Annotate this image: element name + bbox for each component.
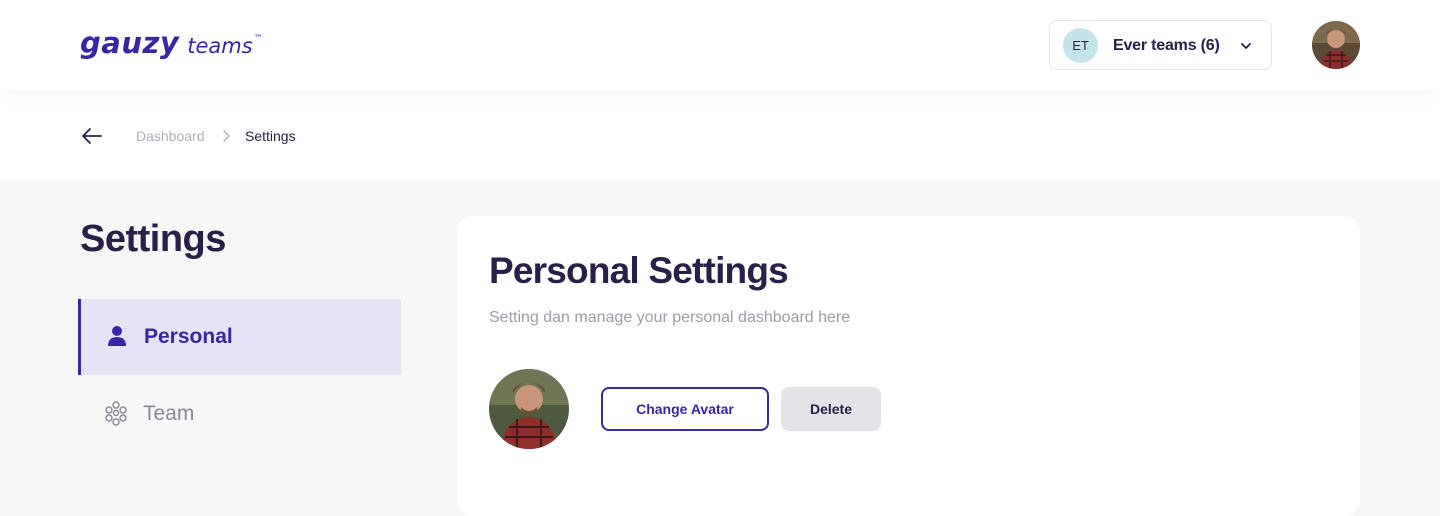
chevron-right-icon — [223, 130, 230, 142]
chevron-down-icon — [1241, 43, 1251, 49]
delete-avatar-button[interactable]: Delete — [781, 387, 881, 431]
logo-wordmark: gauzy — [80, 26, 180, 60]
logo-trademark: ™ — [253, 34, 263, 44]
breadcrumb: Dashboard Settings — [0, 90, 1440, 180]
sidebar-item-label: Personal — [144, 325, 233, 348]
top-header: gauzy teams ™ ET Ever teams (6) — [0, 0, 1440, 90]
settings-heading: Settings — [80, 218, 226, 260]
user-icon — [108, 326, 126, 346]
gauzy-teams-logo[interactable]: gauzy teams ™ — [80, 26, 263, 60]
profile-photo — [489, 369, 569, 449]
logo-subtitle: teams — [187, 34, 253, 58]
breadcrumb-dashboard-link[interactable]: Dashboard — [136, 128, 205, 144]
sidebar-item-personal[interactable]: Personal — [78, 299, 401, 375]
sidebar-item-label: Team — [143, 402, 195, 425]
arrow-left-icon[interactable] — [80, 126, 104, 146]
personal-settings-card: Personal Settings Setting dan manage you… — [457, 216, 1360, 516]
change-avatar-button[interactable]: Change Avatar — [601, 387, 769, 431]
page-title: Personal Settings — [489, 250, 789, 291]
user-photo — [1312, 21, 1360, 69]
sidebar-item-team[interactable]: Team — [78, 376, 401, 452]
team-icon — [105, 401, 127, 426]
profile-avatar — [489, 369, 569, 449]
team-name: Ever teams (6) — [1113, 37, 1220, 54]
team-avatar: ET — [1063, 28, 1098, 63]
user-avatar[interactable] — [1312, 21, 1360, 69]
breadcrumb-current: Settings — [245, 128, 296, 144]
team-selector-dropdown[interactable]: ET Ever teams (6) — [1049, 20, 1272, 70]
page-subtitle: Setting dan manage your personal dashboa… — [489, 309, 851, 326]
